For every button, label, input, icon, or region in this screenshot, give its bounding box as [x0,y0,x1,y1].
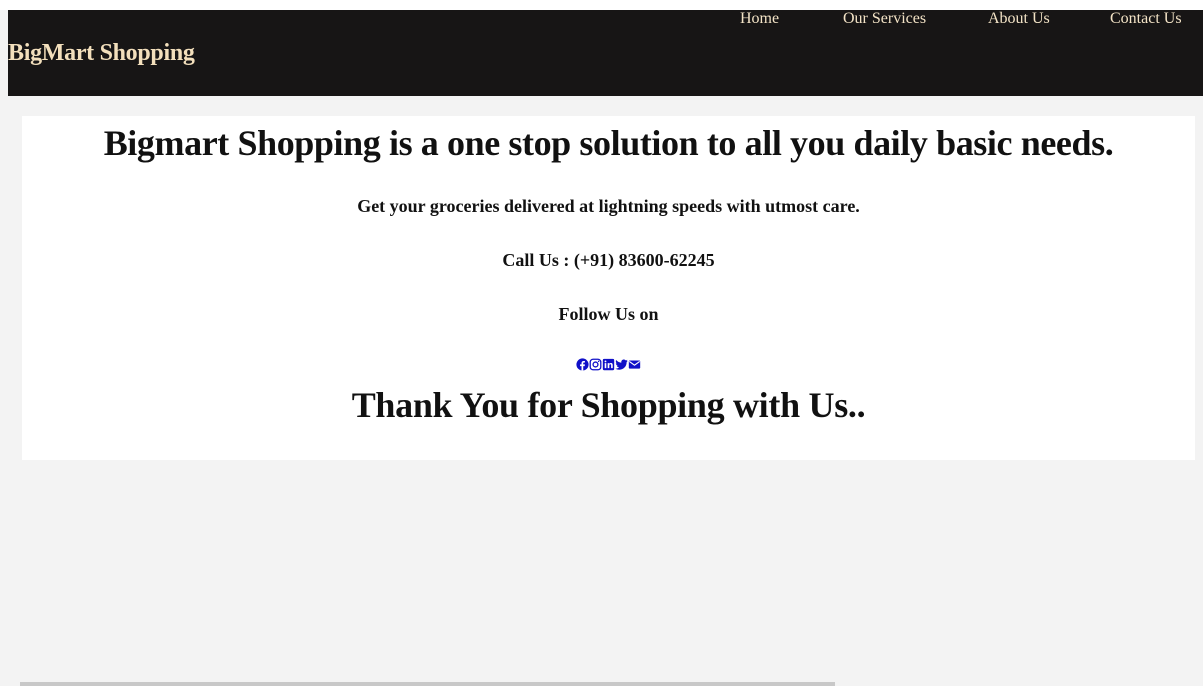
nav-link-our-services[interactable]: Our Services [843,10,926,28]
twitter-icon[interactable] [615,358,628,371]
nav-link-contact-us[interactable]: Contact Us [1110,10,1182,28]
page-viewport: BigMart Shopping Home Our Services About… [0,0,1203,686]
nav-link-about-us[interactable]: About Us [988,10,1050,28]
nav-link-home[interactable]: Home [740,10,779,28]
contact-content-card: Bigmart Shopping is a one stop solution … [22,116,1195,460]
page-headline: Bigmart Shopping is a one stop solution … [103,123,1114,163]
call-us-text: Call Us : (+91) 83600-62245 [502,250,715,270]
envelope-icon[interactable] [628,358,641,371]
horizontal-scrollbar-thumb[interactable] [20,682,835,686]
brand-logo-link[interactable]: BigMart Shopping [8,40,195,67]
delivery-tagline: Get your groceries delivered at lightnin… [357,196,860,216]
top-navbar: BigMart Shopping Home Our Services About… [8,10,1203,96]
follow-us-label: Follow Us on [558,304,659,324]
facebook-icon[interactable] [576,358,589,371]
instagram-icon[interactable] [589,358,602,371]
social-links-row [22,358,1195,372]
top-strip [0,0,1203,10]
linkedin-icon[interactable] [602,358,615,371]
thank-you-heading: Thank You for Shopping with Us.. [351,385,866,425]
